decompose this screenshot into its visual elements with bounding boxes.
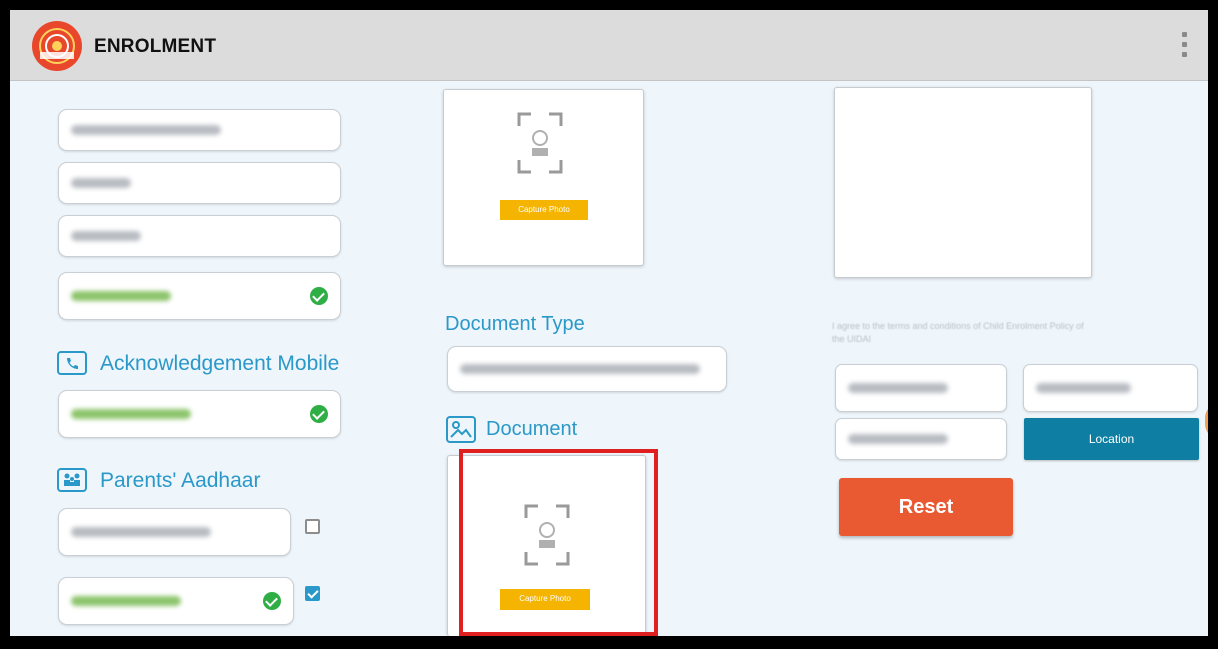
document-type-label: Document Type	[445, 313, 585, 335]
document-label: Document	[486, 418, 578, 440]
highlight-box	[459, 449, 658, 636]
age-field[interactable]	[58, 162, 341, 204]
document-type-select[interactable]	[447, 346, 727, 392]
terms-text: I agree to the terms and conditions of C…	[832, 321, 1084, 344]
longitude-field[interactable]	[835, 418, 1007, 460]
overflow-menu-icon[interactable]	[1180, 32, 1188, 62]
app-bar: ENROLMENT	[10, 10, 1208, 81]
ack-mobile-heading: Acknowledgement Mobile	[100, 352, 340, 375]
app-title: ENROLMENT	[94, 36, 217, 57]
parents-aadhaar-heading: Parents' Aadhaar	[100, 469, 261, 492]
parent-name-field[interactable]	[58, 508, 291, 556]
latitude-field[interactable]	[835, 364, 1007, 412]
parent-aadhaar-checkbox[interactable]	[305, 586, 320, 601]
verified-check-icon	[310, 287, 328, 305]
phone-icon	[57, 351, 87, 375]
aadhaar-logo-icon	[32, 21, 82, 71]
camera-frame-icon	[517, 112, 563, 174]
photo-card: Capture Photo	[443, 89, 644, 266]
verified-check-icon	[263, 592, 281, 610]
parent-aadhaar-field[interactable]	[58, 577, 294, 625]
verified-field[interactable]	[58, 272, 341, 320]
signature-card	[834, 87, 1092, 278]
image-icon	[446, 416, 476, 443]
capture-photo-button[interactable]: Capture Photo	[500, 200, 588, 220]
ack-mobile-field[interactable]	[58, 390, 341, 438]
location-button[interactable]: Location	[1024, 418, 1199, 460]
gender-field[interactable]	[58, 215, 341, 257]
reset-button[interactable]: Reset	[839, 478, 1013, 536]
parent-name-checkbox[interactable]	[305, 519, 320, 534]
floating-action-button[interactable]	[1205, 403, 1208, 439]
verified-check-icon	[310, 405, 328, 423]
date-field[interactable]	[1023, 364, 1198, 412]
name-field[interactable]	[58, 109, 341, 151]
family-icon	[57, 468, 87, 492]
